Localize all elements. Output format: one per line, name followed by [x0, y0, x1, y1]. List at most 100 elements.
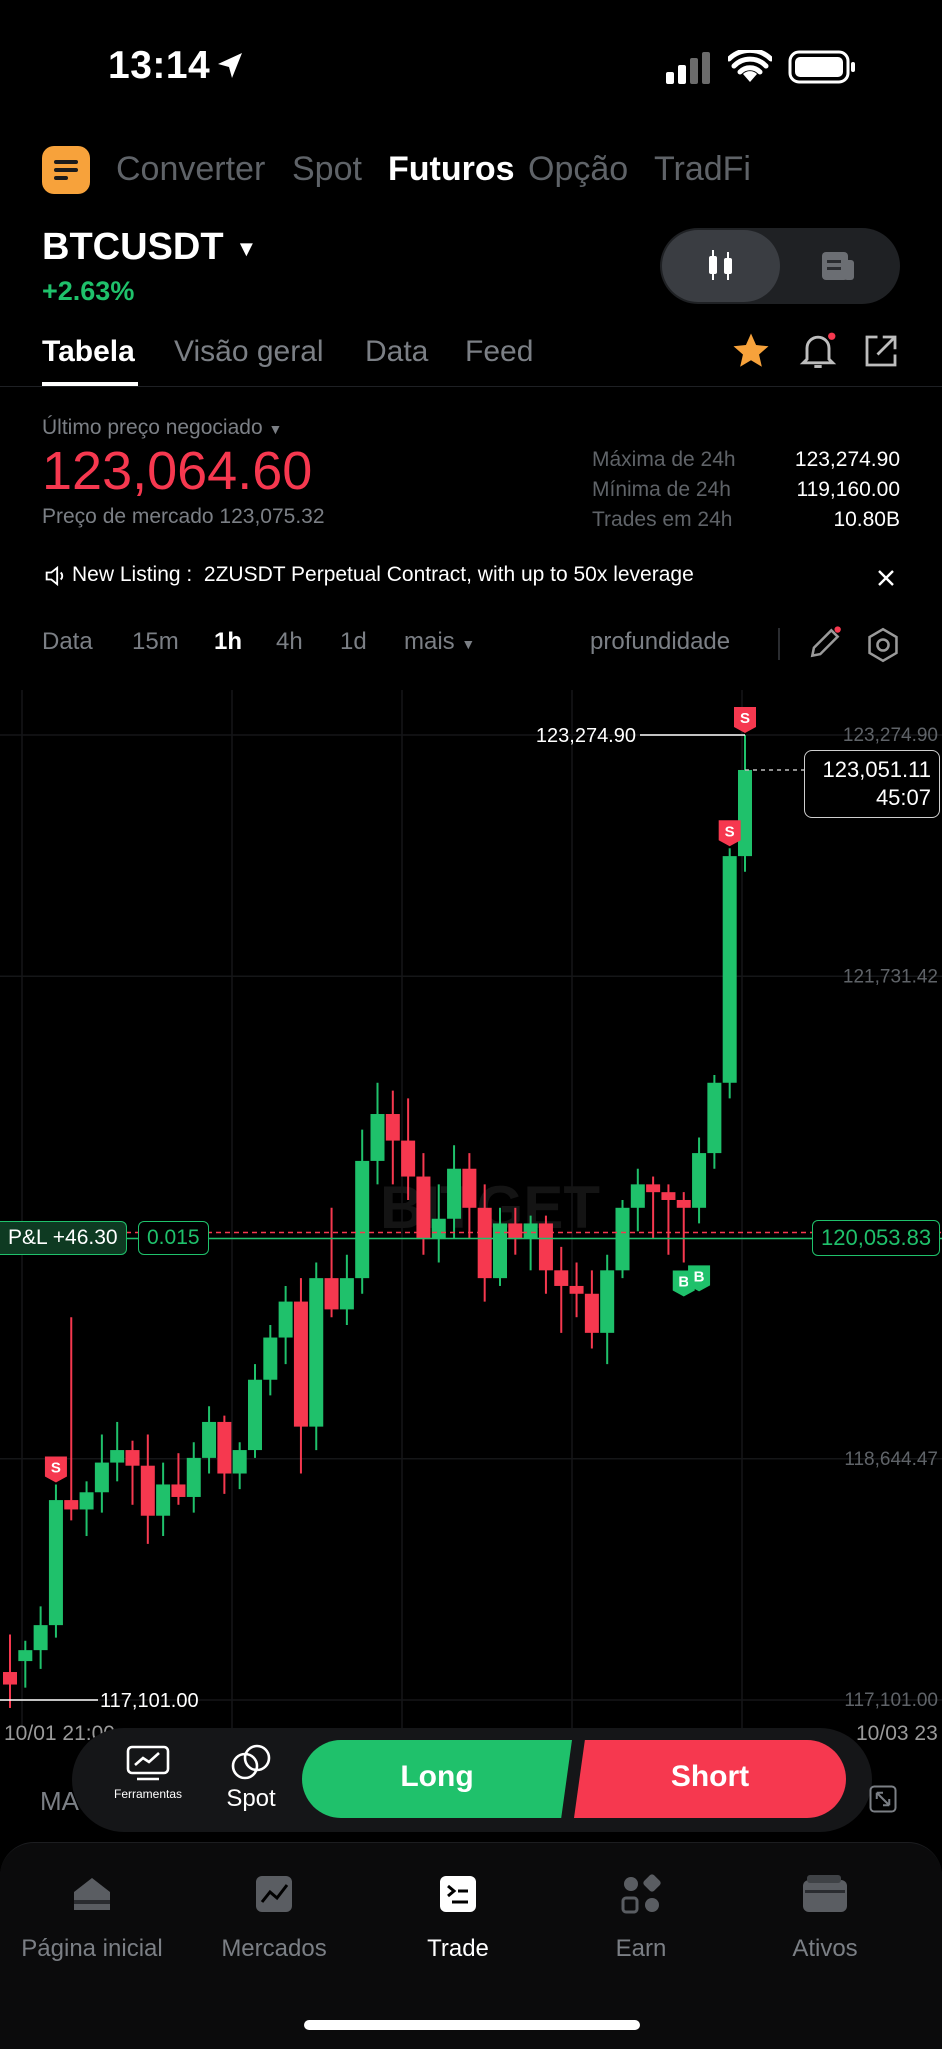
pnl-badge[interactable]: P&L +46.30 — [0, 1221, 127, 1255]
trade-marker-label: S — [725, 823, 735, 840]
nav-assets[interactable]: Ativos — [750, 1870, 900, 1963]
notice-banner[interactable]: New Listing : 2ZUSDT Perpetual Contract,… — [72, 563, 694, 587]
chart-view-toggle[interactable] — [660, 228, 900, 304]
trade-marker-label: B — [694, 1268, 705, 1285]
candle-body — [202, 1421, 217, 1458]
tab-tradfi[interactable]: TradFi — [654, 150, 751, 189]
entry-price-tag: 120,053.83 — [812, 1220, 941, 1256]
candle-body — [110, 1450, 125, 1463]
candle-body — [248, 1379, 262, 1451]
tab-spot[interactable]: Spot — [292, 150, 362, 189]
candlestick-chart[interactable]: 123,274.90 121,731.42 118,644.47 117,101.00… — [0, 690, 942, 1740]
symbol-selector[interactable]: BTCUSDT ▼ — [42, 226, 257, 269]
low-marker-label: 117,101.00 — [100, 1690, 199, 1712]
price-change-percent: +2.63% — [42, 276, 135, 306]
short-label: Short — [670, 1760, 750, 1793]
long-button[interactable]: Long — [302, 1740, 572, 1818]
share-icon[interactable] — [860, 330, 902, 372]
candle-body — [293, 1301, 308, 1427]
candle-body — [64, 1500, 79, 1510]
interval-4h[interactable]: 4h — [276, 628, 303, 656]
interval-more[interactable]: mais ▼ — [404, 628, 475, 656]
interval-1d[interactable]: 1d — [340, 628, 367, 656]
tab-tabela[interactable]: Tabela — [42, 335, 135, 369]
menu-logo-icon[interactable] — [42, 146, 90, 194]
last-price-value: 123,064.60 — [42, 441, 313, 501]
candle-body — [538, 1223, 553, 1271]
notice-text: 2ZUSDT Perpetual Contract, with up to 50… — [203, 563, 694, 586]
candle-body — [722, 856, 737, 1083]
status-time: 13:14 — [108, 44, 211, 87]
settings-gear-icon[interactable] — [864, 626, 902, 664]
candle-body — [186, 1457, 201, 1497]
close-icon[interactable] — [874, 566, 898, 590]
draw-pencil-icon[interactable] — [806, 624, 844, 662]
high-24h-value: 123,274.90 — [794, 448, 900, 471]
trades-24h-label: Trades em 24h — [592, 508, 733, 531]
candle-body — [477, 1207, 492, 1279]
nav-earn[interactable]: Earn — [566, 1870, 716, 1963]
long-label: Long — [400, 1760, 474, 1793]
candle-body — [646, 1184, 661, 1193]
trade-icon — [440, 1876, 476, 1912]
tab-converter[interactable]: Converter — [116, 150, 265, 189]
cellular-signal-icon — [666, 52, 710, 84]
candle-body — [156, 1484, 171, 1516]
y-axis-label: 118,644.47 — [844, 1449, 938, 1470]
current-price: 123,051.11 — [822, 757, 931, 782]
candle-body — [125, 1450, 140, 1466]
interval-data[interactable]: Data — [42, 628, 93, 656]
x-axis-label-end: 10/03 23 — [856, 1722, 938, 1745]
nav-markets[interactable]: Mercados — [199, 1870, 349, 1963]
candle-body — [232, 1450, 247, 1474]
trade-marker-s: S — [734, 707, 756, 733]
header-divider — [0, 386, 942, 387]
candle-body — [355, 1160, 370, 1279]
last-price-label[interactable]: Último preço negociado ▼ — [42, 416, 282, 440]
candle-body — [263, 1337, 278, 1380]
tab-visao-geral[interactable]: Visão geral — [174, 335, 324, 369]
home-indicator — [304, 2020, 640, 2030]
nav-earn-label: Earn — [615, 1935, 667, 1962]
home-icon — [74, 1878, 110, 1910]
tab-futuros[interactable]: Futuros — [388, 150, 515, 189]
short-button[interactable]: Short — [574, 1740, 846, 1818]
battery-icon — [788, 50, 855, 84]
interval-1h[interactable]: 1h — [214, 628, 242, 656]
candle-body — [738, 769, 752, 857]
star-favorite-icon[interactable] — [730, 330, 772, 372]
nav-trade[interactable]: Trade — [383, 1870, 533, 1963]
candle-body — [309, 1278, 324, 1427]
candle-body — [462, 1168, 477, 1208]
speaker-icon — [45, 565, 64, 587]
nav-home[interactable]: Página inicial — [17, 1870, 167, 1963]
candle-body — [278, 1301, 293, 1338]
tools-button[interactable]: Ferramentas — [104, 1744, 192, 1814]
interval-15m[interactable]: 15m — [132, 628, 179, 656]
tab-feed[interactable]: Feed — [465, 335, 533, 369]
candle-body — [217, 1421, 232, 1474]
current-price-tag: 123,051.11 45:07 — [804, 750, 940, 818]
spot-button[interactable]: Spot — [214, 1742, 288, 1814]
order-book-view-icon[interactable] — [818, 246, 858, 286]
low-24h-value: 119,160.00 — [796, 478, 900, 501]
low-24h-label: Mínima de 24h — [592, 478, 731, 501]
symbol-name: BTCUSDT — [42, 226, 224, 268]
bell-alert-icon[interactable] — [796, 328, 840, 372]
location-arrow-icon — [218, 53, 242, 78]
candle-body — [171, 1484, 186, 1497]
candle-body — [493, 1223, 507, 1279]
candle-body — [79, 1492, 94, 1510]
tab-data[interactable]: Data — [365, 335, 428, 369]
depth-tab[interactable]: profundidade — [590, 628, 730, 656]
tab-opcao[interactable]: Opção — [528, 150, 628, 189]
expand-icon[interactable] — [868, 1784, 898, 1814]
nav-trade-label: Trade — [427, 1935, 489, 1962]
spot-label: Spot — [226, 1785, 276, 1812]
position-size-badge: 0.015 — [138, 1221, 209, 1255]
trades-24h-value: 10.80B — [833, 508, 900, 531]
candle-body — [94, 1462, 109, 1493]
candlestick-view-icon[interactable] — [700, 246, 740, 286]
y-axis-label: 121,731.42 — [843, 966, 938, 987]
candle-body — [707, 1082, 722, 1154]
